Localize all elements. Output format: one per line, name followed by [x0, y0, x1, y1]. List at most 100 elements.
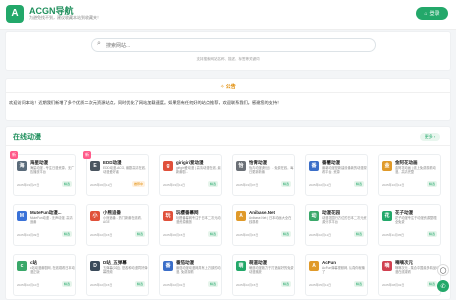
- site-date: 2025年06月15日: [163, 233, 186, 237]
- site-icon: 金: [382, 161, 392, 171]
- site-desc: 怡青动漫(粉丝）- 免费在线，每日更新新番: [249, 166, 294, 175]
- section-online-anime: 在线动漫 更多 › 新海海星动漫 海星动漫 - 专注日漫资源，无广告播放平台 202…: [5, 126, 451, 300]
- site-desc: 五弹幕(D站), 是各种动漫同好弹幕视频: [103, 266, 148, 275]
- site-name[interactable]: AcFun: [322, 260, 368, 265]
- site-date: 2025年08月02日: [382, 283, 405, 287]
- notice-title: ✧ 公告: [6, 83, 450, 90]
- site-card[interactable]: c c站 c站动漫番剧网, 在线观看日本动漫正版 2025年02月10日 精选: [13, 254, 76, 296]
- site-icon: 动: [309, 211, 319, 221]
- site-date: 2025年11月05日: [382, 233, 405, 237]
- site-icon: 小: [90, 211, 100, 221]
- site-card[interactable]: 新海海星动漫 海星动漫 - 专注日漫资源，无广告播放平台 2025年03月27日 精选: [10, 151, 76, 196]
- site-header: A ACGN导航 为避免找不到，建议收藏本站到收藏夹！ ⌂ 登录: [0, 0, 456, 30]
- site-card[interactable]: 动动漫花园 动漫花园行方位的日本二次元资源分享平台 2025年02月11日 精选: [305, 204, 368, 246]
- site-tag: 精选: [61, 181, 72, 187]
- hot-badge-icon: 新: [10, 151, 18, 159]
- site-desc: 嘀嘀次元 - 集合中国最多精品动漫在线观看: [395, 266, 440, 275]
- site-card[interactable]: 萌萌道动漫 萌道动漫致力于打造最好的免费动漫播放 2025年02月15日 精选: [232, 254, 295, 296]
- site-desc: MuteFun动漫 - 无声动漫, 高清追番: [30, 216, 73, 225]
- site-subtitle: 为避免找不到，建议收藏本站到收藏夹！: [29, 15, 101, 20]
- site-icon: E: [90, 161, 100, 171]
- site-icon: A: [309, 261, 319, 271]
- site-card[interactable]: 玩玩樱番幕网 玩樱番幕网专注于日本二次元动漫资源播放 2025年06月15日 精选: [159, 204, 222, 246]
- site-card[interactable]: 新 E EDD动漫 EDD动漫-ACG, 番剧高清在线, 动漫爱好者 2025年06月1…: [83, 151, 149, 196]
- site-icon: 萌: [236, 261, 246, 271]
- site-date: 2025年06月15日: [236, 233, 259, 237]
- arrow-up-icon: ✆: [440, 283, 446, 290]
- site-tag: 精选: [426, 231, 437, 237]
- site-card[interactable]: 嘀嘀嘀次元 嘀嘀次元 - 集合中国最多精品动漫在线观看 2025年08月02日 精选: [378, 254, 441, 296]
- site-name[interactable]: Anibase.Net: [249, 210, 295, 215]
- site-icon: 怡: [236, 161, 246, 171]
- site-date: 2025年02月15日: [236, 283, 259, 287]
- site-card[interactable]: 番番薯动漫 番薯动漫是新建设番薯的动漫观看平台, 资源 2025年02月11日 精选: [305, 154, 368, 196]
- back-to-top-button[interactable]: ✆: [437, 280, 449, 292]
- hot-badge-icon: 新: [83, 151, 91, 159]
- site-card[interactable]: A AcFun AcFun弹幕视频网, 认真你就输了 2025年05月11日 精选: [305, 254, 368, 296]
- site-tag: 精选: [353, 231, 364, 237]
- site-icon: 花: [382, 211, 392, 221]
- site-date: 2025年03月07日: [236, 183, 259, 187]
- site-desc: 海星动漫 - 专注日漫资源，无广告播放平台: [30, 166, 75, 175]
- site-tag: 精选: [134, 281, 145, 287]
- site-desc: 番茄动漫动漫网具有上万部的动漫, 免费观看: [176, 266, 221, 275]
- site-date: 2025年03月27日: [17, 183, 40, 187]
- site-desc: 金阿花动画 | 线上免费观看动漫，高清完整: [395, 166, 436, 175]
- site-card[interactable]: 金金阿花动画 金阿花动画 | 线上免费观看动漫，高清完整 2025年10月12日 精选: [378, 154, 441, 196]
- site-icon: A: [236, 211, 246, 221]
- notice-panel: ✧ 公告 欢迎访问本站！近期我们新增了多个优质二次元资源站点，同时优化了网站加载…: [5, 78, 451, 121]
- search-tip: 支持搜索网站名称、描述、标签等关键词: [196, 57, 260, 61]
- site-date: 2025年02月15日: [90, 283, 113, 287]
- site-icon: D: [90, 261, 100, 271]
- site-icon: c: [17, 261, 27, 271]
- search-box[interactable]: ⌕: [91, 38, 376, 52]
- site-tag: 精选: [353, 281, 364, 287]
- site-desc: EDD动漫-ACG, 番剧高清在线, 动漫爱好者: [103, 166, 146, 175]
- user-icon: ⌂: [424, 10, 428, 17]
- site-tag: 精选: [61, 281, 72, 287]
- site-card[interactable]: 怡怡青动漫 怡青动漫(粉丝）- 免费在线，每日更新新番 2025年03月07日 精选: [232, 154, 295, 196]
- site-card[interactable]: 花花子动漫 花子动漫专注于动漫资源整理, 全免费 2025年11月05日 精选: [378, 204, 441, 246]
- site-tag: 精选: [426, 281, 437, 287]
- site-icon: 海: [17, 161, 27, 171]
- site-tag: 精选: [207, 281, 218, 287]
- site-tag: 精选: [207, 231, 218, 237]
- chat-button[interactable]: ◯: [437, 264, 449, 276]
- site-desc: 玩樱番幕网专注于日本二次元动漫资源播放: [176, 216, 221, 225]
- section-title: 在线动漫: [13, 134, 41, 141]
- divider: [6, 92, 450, 93]
- site-icon: g: [163, 161, 173, 171]
- site-card[interactable]: 小小熊追番 小熊追番 - 热门新番在线看, AGE 2025年02月15日 精选: [86, 204, 149, 246]
- site-date: 2025年02月11日: [309, 183, 332, 187]
- site-card[interactable]: D D站_五弹幕 五弹幕(D站), 是各种动漫同好弹幕视频 2025年02月15日 精选: [86, 254, 149, 296]
- site-date: 2025年04月09日: [17, 233, 40, 237]
- search-input[interactable]: [106, 41, 366, 50]
- site-card[interactable]: M MuteFun动漫... MuteFun动漫 - 无声动漫, 高清追番 2025年…: [13, 204, 76, 246]
- site-desc: 花子动漫专注于动漫资源整理, 全免费: [395, 216, 438, 225]
- logo-icon[interactable]: A: [6, 5, 24, 23]
- site-date: 2025年05月11日: [309, 283, 332, 287]
- chat-icon: ◯: [439, 267, 447, 274]
- site-desc: 动漫花园行方位的日本二次元资源分享平台: [322, 216, 367, 225]
- site-card[interactable]: A Anibase.Net Anibase.Net | 日本动画大全在线观看 2025…: [232, 204, 295, 246]
- search-icon: ⌕: [97, 40, 101, 47]
- login-button[interactable]: ⌂ 登录: [416, 7, 448, 20]
- site-desc: AcFun弹幕视频网, 认真你就输了: [322, 266, 365, 275]
- site-tag: 精选: [280, 181, 291, 187]
- site-date: 2025年10月12日: [382, 183, 405, 187]
- site-tag: 精选: [207, 181, 218, 187]
- login-label: 登录: [429, 11, 440, 17]
- site-icon: 嘀: [382, 261, 392, 271]
- site-tag: 推荐中: [131, 181, 145, 187]
- site-tag: 精选: [426, 181, 437, 187]
- site-desc: 小熊追番 - 热门新番在线看, AGE: [103, 216, 142, 225]
- site-card[interactable]: 番番茄动漫 番茄动漫动漫网具有上万部的动漫, 免费观看 2025年02月01日 精选: [159, 254, 222, 296]
- site-tag: 精选: [134, 231, 145, 237]
- site-date: 2025年02月10日: [17, 283, 40, 287]
- site-date: 2025年06月11日: [90, 183, 113, 187]
- notice-title-text: 公告: [225, 84, 236, 90]
- site-date: 2025年02月11日: [309, 233, 332, 237]
- site-card[interactable]: g girigiri爱动漫 girigiri爱动漫 | 高清动漫在线, 最新番剧..…: [159, 154, 222, 196]
- more-button[interactable]: 更多 ›: [420, 133, 440, 141]
- site-date: 2025年03月11日: [163, 183, 186, 187]
